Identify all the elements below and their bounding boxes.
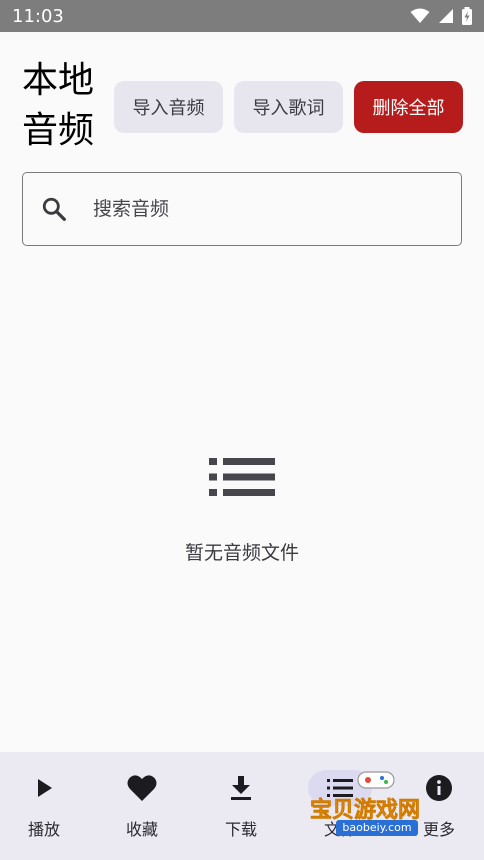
list-icon bbox=[327, 779, 353, 797]
list-icon bbox=[209, 458, 275, 496]
page-title: 本地音频 bbox=[22, 60, 95, 151]
nav-label-more: 更多 bbox=[422, 820, 455, 839]
nav-label-files: 文件 bbox=[323, 820, 356, 839]
wifi-icon bbox=[410, 8, 430, 23]
nav-label-favorites: 收藏 bbox=[125, 820, 158, 839]
nav-item-more[interactable]: 更多 bbox=[391, 752, 484, 860]
download-icon bbox=[231, 776, 251, 800]
nav-item-files[interactable]: 文件 bbox=[292, 752, 388, 860]
empty-state-message: 暂无音频文件 bbox=[184, 542, 299, 564]
bottom-nav: 播放 收藏 下载 文件 更多 bbox=[0, 752, 484, 860]
heart-icon bbox=[127, 775, 157, 801]
play-icon bbox=[38, 779, 52, 797]
info-icon bbox=[426, 775, 452, 801]
battery-charging-icon bbox=[462, 7, 472, 25]
nav-item-play[interactable]: 播放 bbox=[0, 752, 92, 860]
nav-item-download[interactable]: 下载 bbox=[193, 752, 289, 860]
delete-all-button[interactable]: 删除全部 bbox=[354, 81, 463, 133]
status-bar: 11:03 bbox=[0, 0, 484, 32]
search-icon bbox=[42, 197, 66, 221]
nav-label-download: 下载 bbox=[224, 820, 257, 839]
import-lyrics-button[interactable]: 导入歌词 bbox=[234, 81, 343, 133]
status-time: 11:03 bbox=[12, 5, 64, 27]
import-audio-button[interactable]: 导入音频 bbox=[114, 81, 223, 133]
status-icons bbox=[410, 7, 472, 25]
search-input[interactable] bbox=[93, 198, 413, 220]
nav-item-favorites[interactable]: 收藏 bbox=[94, 752, 190, 860]
nav-label-play: 播放 bbox=[27, 820, 60, 839]
search-box[interactable] bbox=[22, 172, 462, 246]
signal-icon bbox=[439, 9, 453, 23]
